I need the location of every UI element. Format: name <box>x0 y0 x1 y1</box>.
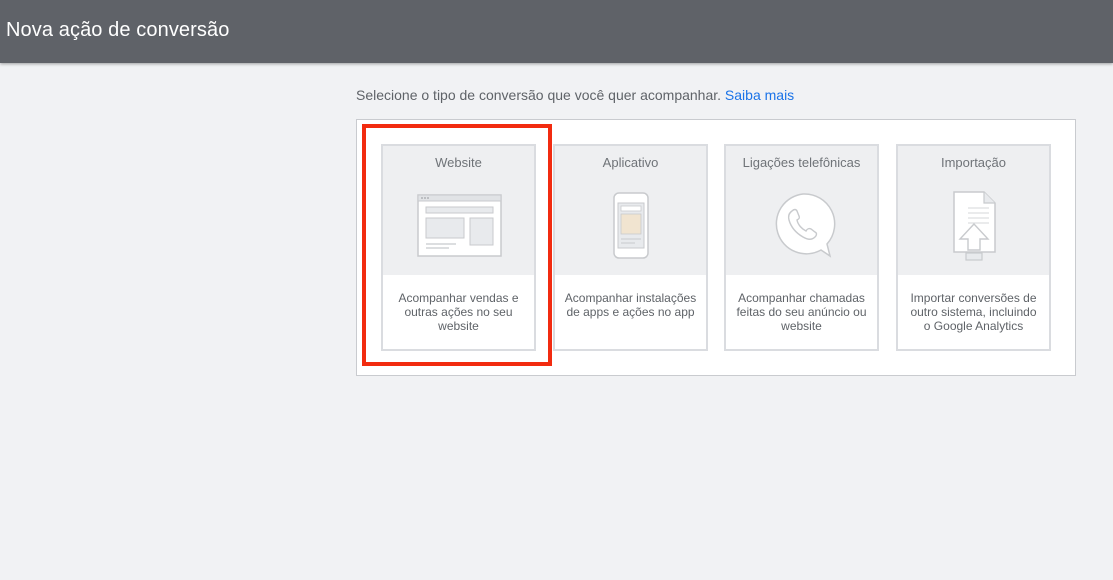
card-title: Importação <box>940 155 1007 170</box>
card-illustration-area: Website <box>383 146 534 275</box>
card-illustration-area: Importação <box>898 146 1049 275</box>
instruction-label: Selecione o tipo de conversão que você q… <box>356 87 722 103</box>
import-card[interactable]: Importação Importar conversões de outro … <box>896 144 1051 351</box>
phone-call-icon <box>726 184 877 264</box>
learn-more-link[interactable]: Saiba mais <box>725 87 794 103</box>
card-description: Acompanhar instalações de apps e ações n… <box>564 291 697 319</box>
card-description: Importar conversões de outro sistema, in… <box>910 291 1037 333</box>
card-illustration-area: Aplicativo <box>555 146 706 275</box>
instruction-text: Selecione o tipo de conversão que você q… <box>356 87 794 103</box>
card-title: Website <box>435 155 482 170</box>
phone-calls-card[interactable]: Ligações telefônicas Acompanhar chamadas… <box>724 144 879 351</box>
card-illustration-area: Ligações telefônicas <box>726 146 877 275</box>
website-card[interactable]: Website Acompanhar vendas e outras ações… <box>381 144 536 351</box>
smartphone-icon <box>555 184 706 264</box>
file-upload-icon <box>898 184 1049 264</box>
card-description: Acompanhar chamadas feitas do seu anúnci… <box>736 291 867 333</box>
page-title: Nova ação de conversão <box>6 19 230 41</box>
website-icon <box>383 184 534 264</box>
card-title: Ligações telefônicas <box>742 155 861 170</box>
app-card[interactable]: Aplicativo Acompanhar instalações de app… <box>553 144 708 351</box>
top-bar: Nova ação de conversão <box>0 0 1113 63</box>
card-title: Aplicativo <box>602 155 659 170</box>
card-description: Acompanhar vendas e outras ações no seu … <box>398 291 519 333</box>
